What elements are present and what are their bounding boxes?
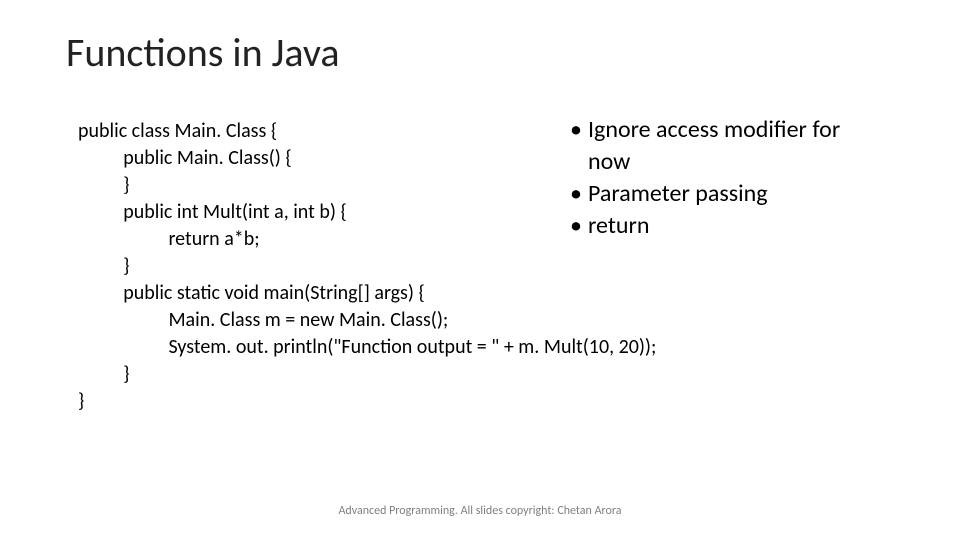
slide-footer: Advanced Programming. All slides copyrig… [0, 504, 960, 518]
code-line: System. out. println("Function output = … [168, 335, 656, 359]
bullet-text: now [588, 147, 630, 177]
code-line: Main. Class m = new Main. Class(); [168, 308, 448, 332]
bullet-list: • Ignore access modifier for now • Param… [570, 115, 920, 243]
bullet-item: • Ignore access modifier for [570, 115, 920, 145]
code-line: public Main. Class() { [123, 146, 291, 170]
code-line: } [123, 362, 129, 386]
code-line: } [78, 389, 84, 413]
bullet-text: Ignore access modifier for [588, 115, 840, 145]
bullet-item-cont: now [570, 147, 920, 177]
bullet-dot-icon: • [570, 179, 588, 209]
bullet-dot-icon: • [570, 211, 588, 241]
bullet-item: • Parameter passing [570, 179, 920, 209]
code-line: return a*b; [168, 227, 259, 251]
slide-title: Functions in Java [66, 28, 340, 77]
bullet-text: Parameter passing [588, 179, 768, 209]
bullet-item: • return [570, 211, 920, 241]
code-line: public class Main. Class { [78, 119, 277, 143]
code-line: public static void main(String[] args) { [123, 281, 425, 305]
slide: Functions in Java public class Main. Cla… [0, 0, 960, 540]
bullet-text: return [588, 211, 650, 241]
bullet-dot-icon: • [570, 115, 588, 145]
code-line: } [123, 254, 129, 278]
code-line: public int Mult(int a, int b) { [123, 200, 347, 224]
code-line: } [123, 173, 129, 197]
